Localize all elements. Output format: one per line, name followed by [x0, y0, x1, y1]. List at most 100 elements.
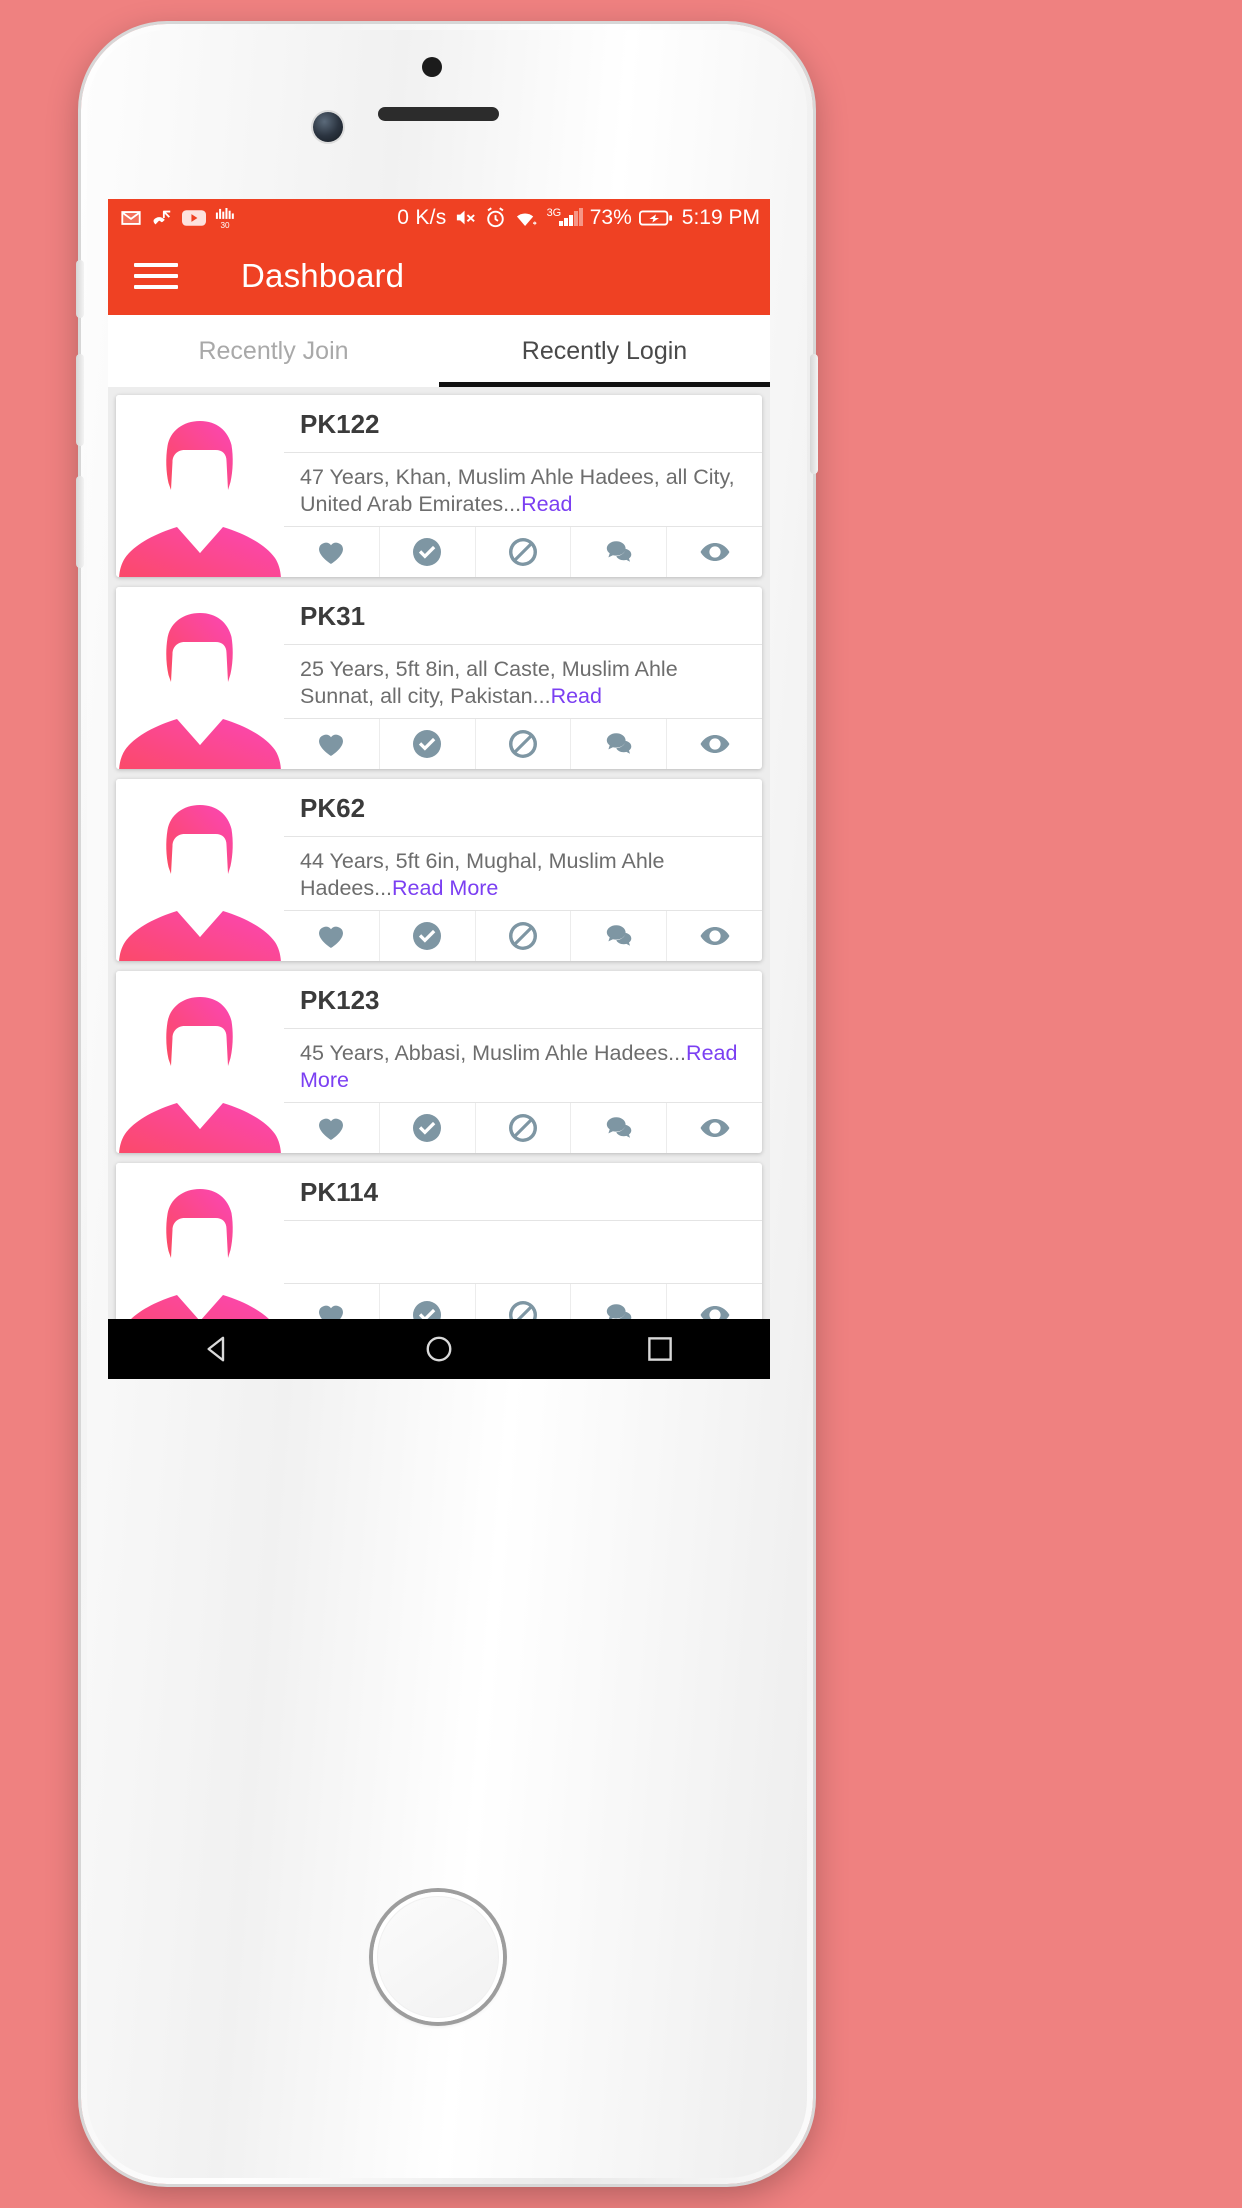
profile-actions — [284, 526, 762, 577]
signal-generation-label: 3G — [546, 206, 562, 219]
block-icon — [508, 730, 537, 759]
favorite-button[interactable] — [284, 1284, 380, 1319]
chat-bubbles-icon — [606, 541, 632, 562]
volume-up-button[interactable] — [76, 354, 84, 446]
block-button[interactable] — [476, 527, 572, 577]
wifi-icon — [516, 212, 537, 226]
eye-icon — [700, 543, 729, 562]
hamburger-menu-icon[interactable] — [134, 262, 178, 289]
eye-icon — [700, 735, 729, 754]
profile-card-body: PK123 45 Years, Abbasi, Muslim Ahle Hade… — [284, 971, 762, 1153]
profile-description-text: 25 Years, 5ft 8in, all Caste, Muslim Ahl… — [300, 657, 678, 709]
recents-button[interactable] — [624, 1319, 696, 1379]
favorite-button[interactable] — [284, 719, 380, 769]
profile-card-body: PK62 44 Years, 5ft 6in, Mughal, Muslim A… — [284, 779, 762, 961]
volume-down-button[interactable] — [76, 476, 84, 568]
status-bar: 30 0 K/s 3G 73% 5:19 PM — [108, 199, 770, 236]
profile-description: 44 Years, 5ft 6in, Mughal, Muslim Ahle H… — [284, 837, 762, 910]
male-placeholder-avatar — [131, 1189, 269, 1319]
accept-button[interactable] — [380, 1284, 476, 1319]
male-placeholder-avatar — [119, 805, 281, 961]
block-icon — [509, 1300, 537, 1319]
favorite-button[interactable] — [284, 911, 380, 961]
favorite-button[interactable] — [284, 527, 380, 577]
view-button[interactable] — [667, 911, 762, 961]
eye-icon — [700, 1119, 729, 1138]
profile-id: PK123 — [284, 971, 762, 1029]
avatar — [116, 395, 284, 577]
square-recents-icon — [647, 1337, 672, 1361]
block-button[interactable] — [476, 1103, 572, 1153]
read-more-link[interactable]: Read — [521, 492, 572, 516]
circle-home-icon — [426, 1336, 452, 1362]
heart-icon — [319, 542, 344, 565]
mute-icon — [456, 210, 475, 225]
back-button[interactable] — [182, 1319, 254, 1379]
tab-recently-join[interactable]: Recently Join — [108, 315, 439, 387]
profile-card[interactable]: PK122 47 Years, Khan, Muslim Ahle Hadees… — [116, 395, 762, 577]
status-bar-clock: 5:19 PM — [681, 205, 760, 229]
heart-icon — [319, 926, 344, 949]
home-button[interactable] — [403, 1319, 475, 1379]
view-button[interactable] — [667, 527, 762, 577]
hardware-home-button[interactable] — [373, 1892, 503, 2022]
chat-button[interactable] — [571, 1103, 668, 1153]
profile-card[interactable]: PK62 44 Years, 5ft 6in, Mughal, Muslim A… — [116, 779, 762, 961]
eye-icon — [700, 1305, 729, 1319]
read-more-link[interactable]: Read More — [392, 876, 498, 900]
page-title: Dashboard — [241, 256, 405, 294]
block-button[interactable] — [476, 1284, 572, 1319]
profile-actions — [284, 1283, 762, 1319]
profile-actions — [284, 718, 762, 769]
block-button[interactable] — [476, 911, 572, 961]
view-button[interactable] — [667, 1103, 762, 1153]
power-button[interactable] — [810, 354, 818, 474]
block-button[interactable] — [476, 719, 572, 769]
chat-bubbles-icon — [606, 1303, 632, 1319]
eye-icon — [700, 927, 729, 946]
profile-description — [284, 1221, 762, 1283]
chat-button[interactable] — [571, 911, 668, 961]
accept-button[interactable] — [380, 1103, 476, 1153]
read-more-link[interactable]: Read — [551, 684, 602, 708]
tab-recently-login[interactable]: Recently Login — [439, 315, 770, 387]
male-placeholder-avatar — [119, 997, 281, 1153]
view-button[interactable] — [667, 719, 762, 769]
profile-id: PK62 — [284, 779, 762, 837]
phone-screen: 30 0 K/s 3G 73% 5:19 PM Dashboard Recent… — [108, 199, 770, 1379]
chat-bubbles-icon — [606, 733, 632, 754]
profile-card-body: PK31 25 Years, 5ft 8in, all Caste, Musli… — [284, 587, 762, 769]
check-circle-icon — [413, 922, 442, 951]
profile-card[interactable]: PK114 — [116, 1163, 762, 1319]
profile-card-body: PK114 — [284, 1163, 762, 1319]
network-speed-label: 0 K/s — [397, 205, 447, 229]
block-icon — [508, 538, 537, 567]
mail-icon — [121, 210, 141, 225]
silent-switch[interactable] — [76, 260, 84, 318]
profile-card[interactable]: PK31 25 Years, 5ft 8in, all Caste, Musli… — [116, 587, 762, 769]
avatar — [116, 1163, 284, 1319]
chat-bubbles-icon — [606, 1117, 632, 1138]
profile-description-text: 47 Years, Khan, Muslim Ahle Hadees, all … — [300, 465, 735, 517]
accept-button[interactable] — [380, 527, 476, 577]
profile-card-list[interactable]: PK122 47 Years, Khan, Muslim Ahle Hadees… — [108, 387, 770, 1319]
chat-button[interactable] — [571, 1284, 668, 1319]
chat-button[interactable] — [571, 527, 668, 577]
triangle-back-icon — [207, 1336, 225, 1362]
chat-button[interactable] — [571, 719, 668, 769]
view-button[interactable] — [667, 1284, 762, 1319]
accept-button[interactable] — [380, 911, 476, 961]
avatar — [116, 779, 284, 961]
profile-id: PK114 — [284, 1163, 762, 1221]
app-bar: Dashboard — [108, 236, 770, 315]
heart-icon — [319, 1118, 344, 1141]
profile-id: PK31 — [284, 587, 762, 645]
heart-icon — [319, 1305, 344, 1319]
status-bar-left-icons: 30 — [120, 207, 235, 229]
profile-actions — [284, 1102, 762, 1153]
profile-card[interactable]: PK123 45 Years, Abbasi, Muslim Ahle Hade… — [116, 971, 762, 1153]
profile-card-body: PK122 47 Years, Khan, Muslim Ahle Hadees… — [284, 395, 762, 577]
accept-button[interactable] — [380, 719, 476, 769]
proximity-sensor-icon — [422, 57, 442, 77]
favorite-button[interactable] — [284, 1103, 380, 1153]
